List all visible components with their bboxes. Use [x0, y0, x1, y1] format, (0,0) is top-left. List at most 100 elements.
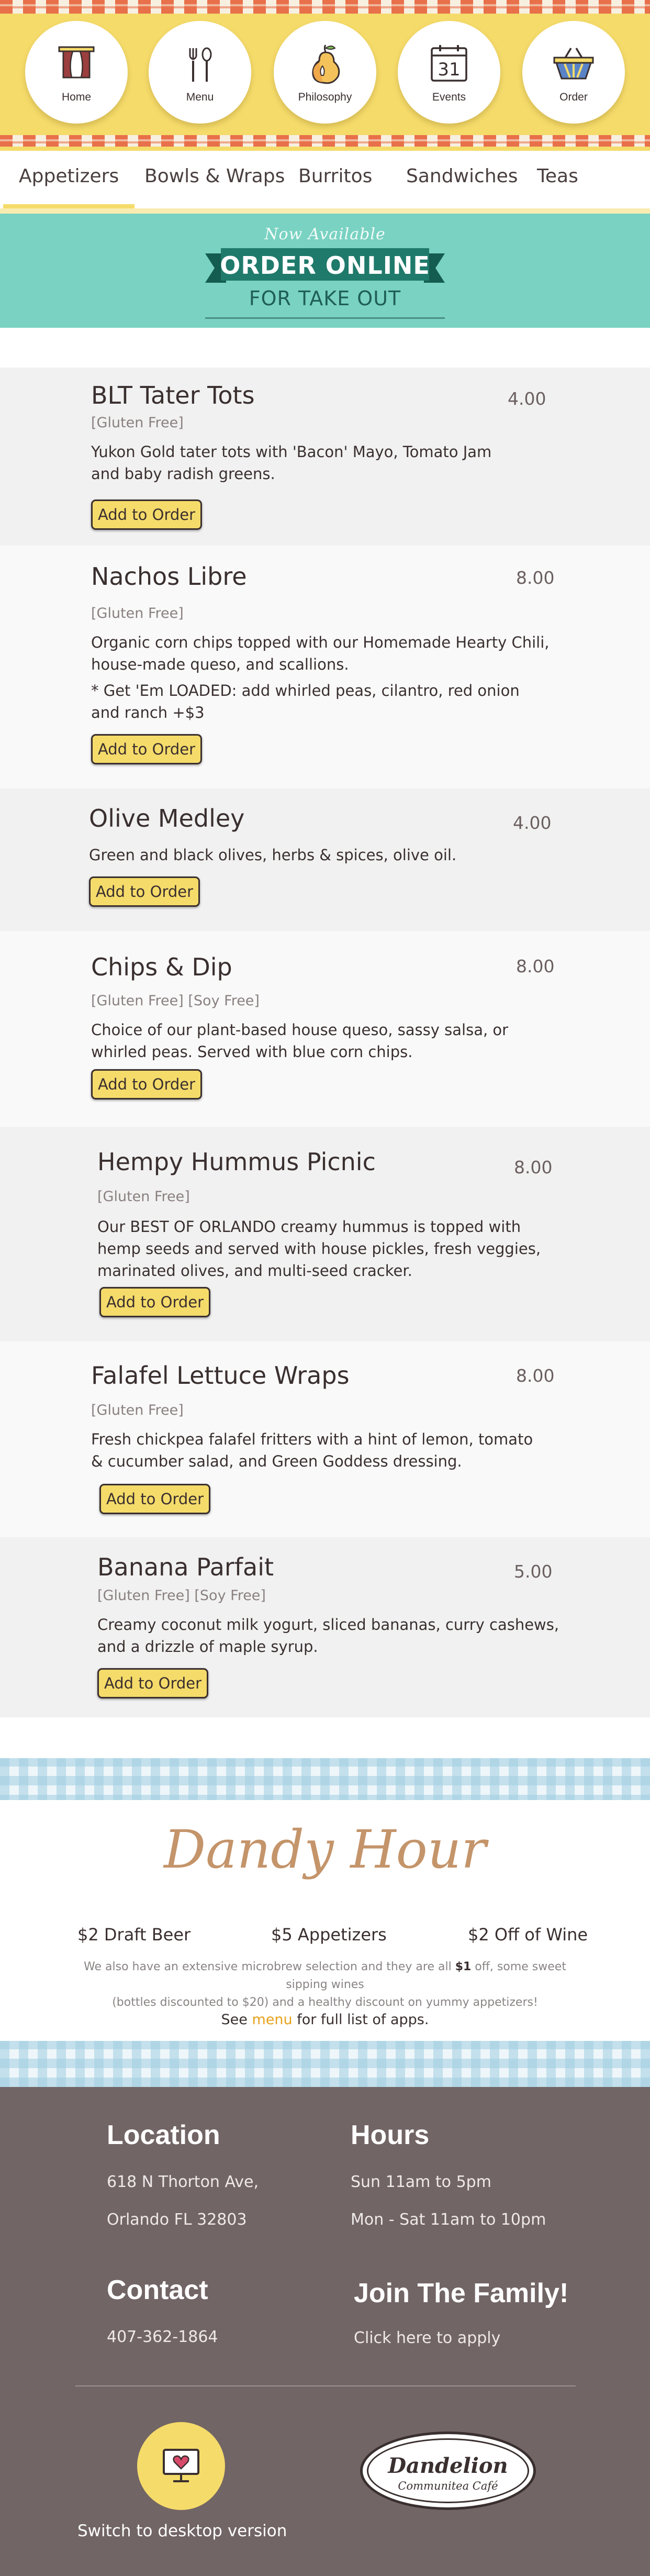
desc-line: Fresh chickpea falafel fritters with a h… — [91, 1430, 533, 1448]
tab-sandwiches[interactable]: Sandwiches — [406, 165, 518, 187]
nav-order[interactable]: Order — [522, 21, 625, 124]
note-line-2: (bottles discounted to $20) and a health… — [112, 1996, 538, 2009]
dandy-hour-section: Dandy Hour $2 Draft Beer $5 Appetizers $… — [0, 1758, 650, 2087]
item-name: Nachos Libre — [91, 562, 247, 591]
deal-appetizers: $5 Appetizers — [271, 1925, 387, 1945]
tab-appetizers[interactable]: Appetizers — [3, 165, 135, 209]
nav-order-label: Order — [559, 91, 588, 103]
item-tags: [Gluten Free] — [91, 605, 184, 621]
nav-events[interactable]: 31 Events — [398, 21, 500, 124]
apply-link[interactable]: Click here to apply — [354, 2329, 500, 2347]
see-text: for full list of apps. — [292, 2012, 429, 2028]
footer-divider — [75, 2385, 576, 2386]
switch-desktop-link[interactable]: Switch to desktop version — [77, 2522, 287, 2540]
tab-teas[interactable]: Teas — [537, 165, 578, 187]
item-description: Our BEST OF ORLANDO creamy hummus is top… — [97, 1216, 541, 1282]
menu-item: Olive Medley 4.00 Green and black olives… — [0, 789, 650, 931]
item-tags: [Gluten Free] — [91, 415, 184, 431]
desktop-version-button[interactable] — [137, 2422, 225, 2510]
desc-line: Organic corn chips topped with our Homem… — [91, 634, 550, 651]
item-tags: [Gluten Free] [Soy Free] — [91, 993, 260, 1009]
item-price: 8.00 — [516, 568, 555, 588]
menu-link[interactable]: menu — [252, 2012, 293, 2028]
add-to-order-button[interactable]: Add to Order — [91, 1069, 202, 1100]
address-line-2: Orlando FL 32803 — [107, 2211, 247, 2229]
hours-heading: Hours — [351, 2120, 430, 2150]
desc-line: Our BEST OF ORLANDO creamy hummus is top… — [97, 1218, 521, 1236]
note-bold: $1 — [455, 1960, 472, 1973]
add-to-order-button[interactable]: Add to Order — [99, 1484, 210, 1514]
desc-line: and baby radish greens. — [91, 465, 275, 483]
menu-tabs: Appetizers Bowls & Wraps Burritos Sandwi… — [0, 151, 650, 214]
desc-line: hemp seeds and served with house pickles… — [97, 1240, 541, 1258]
menu-item: Hempy Hummus Picnic 8.00 [Gluten Free] O… — [0, 1127, 650, 1341]
decorative-stripe — [0, 0, 650, 14]
menu-item: Nachos Libre 8.00 [Gluten Free] Organic … — [0, 546, 650, 789]
footer: Location 618 N Thorton Ave, Orlando FL 3… — [0, 2087, 650, 2576]
item-tags: [Gluten Free] — [91, 1402, 184, 1418]
pear-icon — [312, 45, 340, 84]
banner-kicker: Now Available — [264, 225, 386, 243]
dandy-hour-note: We also have an extensive microbrew sele… — [68, 1958, 582, 2012]
item-description: Organic corn chips topped with our Homem… — [91, 631, 549, 675]
banner-title: ORDER ONLINE — [220, 251, 430, 280]
nav-philosophy[interactable]: Philosophy — [274, 21, 376, 124]
desc-line: marinated olives, and multi-seed cracker… — [97, 1262, 412, 1280]
item-price: 4.00 — [508, 388, 546, 409]
banner-underline — [205, 317, 445, 319]
nav-philosophy-label: Philosophy — [298, 91, 352, 103]
desc-line: whirled peas. Served with blue corn chip… — [91, 1043, 413, 1061]
nav-home[interactable]: Home — [25, 21, 128, 124]
dandy-hour-card: Dandy Hour $2 Draft Beer $5 Appetizers $… — [0, 1800, 650, 2041]
menu-item: BLT Tater Tots 4.00 [Gluten Free] Yukon … — [0, 368, 650, 546]
menu-item: Chips & Dip 8.00 [Gluten Free] [Soy Free… — [0, 931, 650, 1127]
decorative-stripe — [0, 135, 650, 147]
item-description: Creamy coconut milk yogurt, sliced banan… — [97, 1614, 559, 1658]
item-price: 8.00 — [516, 956, 555, 976]
add-to-order-button[interactable]: Add to Order — [97, 1668, 208, 1698]
item-extra: * Get 'Em LOADED: add whirled peas, cila… — [91, 680, 520, 724]
item-name: Hempy Hummus Picnic — [97, 1148, 376, 1176]
add-to-order-button[interactable]: Add to Order — [91, 499, 202, 530]
nav-circles: Home Menu Philosophy 31 Events Order — [0, 21, 650, 126]
desc-line: * Get 'Em LOADED: add whirled peas, cila… — [91, 682, 520, 699]
logo-title: Dandelion — [388, 2453, 508, 2478]
item-tags: [Gluten Free] — [97, 1189, 190, 1205]
desc-line: Green and black olives, herbs & spices, … — [89, 846, 457, 864]
item-price: 5.00 — [514, 1561, 553, 1582]
nav-menu[interactable]: Menu — [149, 21, 251, 124]
item-name: Olive Medley — [89, 804, 245, 832]
desc-line: & cucumber salad, and Green Goddess dres… — [91, 1452, 462, 1470]
dandy-hour-see-menu: See menu for full list of apps. — [0, 2012, 650, 2028]
tab-burritos[interactable]: Burritos — [298, 165, 372, 187]
basket-icon — [553, 48, 594, 80]
order-online-banner[interactable]: Now Available ORDER ONLINE FOR TAKE OUT — [0, 214, 650, 328]
item-price: 4.00 — [513, 813, 552, 833]
item-tags: [Gluten Free] [Soy Free] — [97, 1587, 266, 1604]
join-heading: Join The Family! — [354, 2278, 569, 2308]
calendar-icon: 31 — [431, 45, 467, 82]
add-to-order-button[interactable]: Add to Order — [91, 734, 202, 764]
deal-wine: $2 Off of Wine — [468, 1925, 588, 1945]
item-name: Falafel Lettuce Wraps — [91, 1361, 350, 1390]
note-text: We also have an extensive microbrew sele… — [84, 1960, 455, 1973]
desc-line: and ranch +$3 — [91, 704, 205, 721]
desc-line: Yukon Gold tater tots with 'Bacon' Mayo,… — [91, 443, 492, 461]
desc-line: Choice of our plant-based house queso, s… — [91, 1021, 509, 1039]
phone-link[interactable]: 407-362-1864 — [107, 2328, 218, 2346]
note-line-1: We also have an extensive microbrew sele… — [68, 1958, 582, 1994]
window-curtains-icon — [58, 46, 95, 79]
nav-events-label: Events — [432, 91, 466, 103]
top-nav: Home Menu Philosophy 31 Events Order — [0, 0, 650, 151]
tab-bowls-wraps[interactable]: Bowls & Wraps — [144, 165, 285, 187]
fork-spoon-icon — [189, 47, 212, 82]
add-to-order-button[interactable]: Add to Order — [99, 1287, 210, 1317]
item-description: Choice of our plant-based house queso, s… — [91, 1019, 508, 1063]
menu-item: Banana Parfait 5.00 [Gluten Free] [Soy F… — [0, 1537, 650, 1717]
item-price: 8.00 — [514, 1157, 553, 1178]
logo-subtitle: Communitea Café — [398, 2480, 498, 2492]
add-to-order-button[interactable]: Add to Order — [89, 876, 200, 907]
item-description: Yukon Gold tater tots with 'Bacon' Mayo,… — [91, 441, 491, 485]
dandy-hour-title: Dandy Hour — [163, 1819, 487, 1880]
item-description: Fresh chickpea falafel fritters with a h… — [91, 1428, 533, 1472]
